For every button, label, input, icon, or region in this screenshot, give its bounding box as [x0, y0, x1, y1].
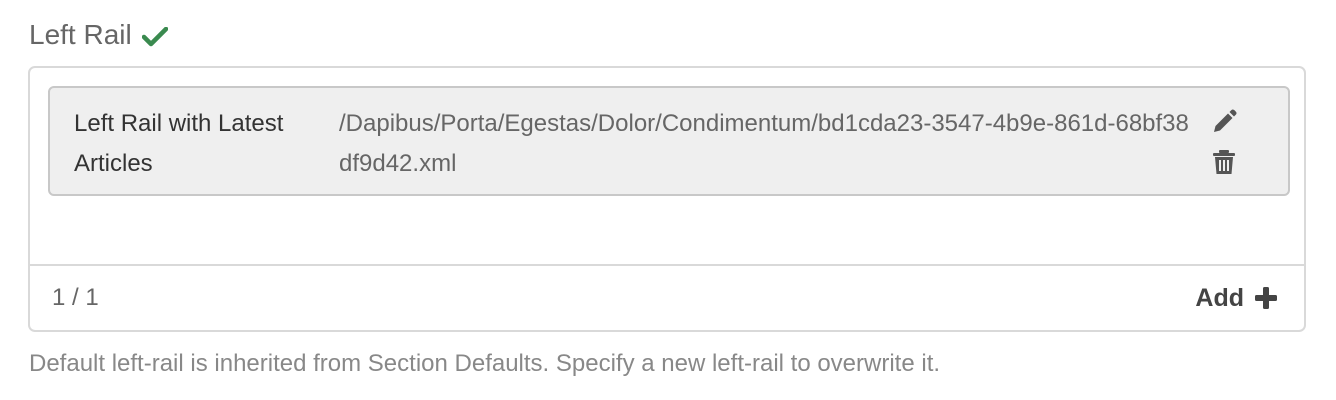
delete-button[interactable] [1210, 148, 1238, 176]
item-actions [1210, 108, 1240, 188]
item-path: /Dapibus/Porta/Egestas/Dolor/Condimentum… [339, 110, 1189, 177]
field-label: Left Rail [29, 15, 168, 55]
pencil-icon [1214, 109, 1237, 132]
field-label-text: Left Rail [29, 19, 132, 50]
panel-footer: 1 / 1 Add [30, 264, 1304, 330]
item-title: Left Rail with Latest Articles [74, 110, 284, 177]
add-button[interactable]: Add [1195, 284, 1278, 313]
item-count: 1 / 1 [52, 284, 99, 311]
item-selector-panel: Left Rail with Latest Articles /Dapibus/… [28, 66, 1306, 332]
trash-icon [1213, 150, 1235, 174]
add-button-label: Add [1195, 283, 1244, 312]
help-text: Default left-rail is inherited from Sect… [29, 350, 941, 377]
edit-button[interactable] [1210, 108, 1238, 136]
check-icon [141, 27, 168, 47]
plus-icon [1254, 286, 1278, 310]
selected-item: Left Rail with Latest Articles /Dapibus/… [48, 86, 1290, 196]
